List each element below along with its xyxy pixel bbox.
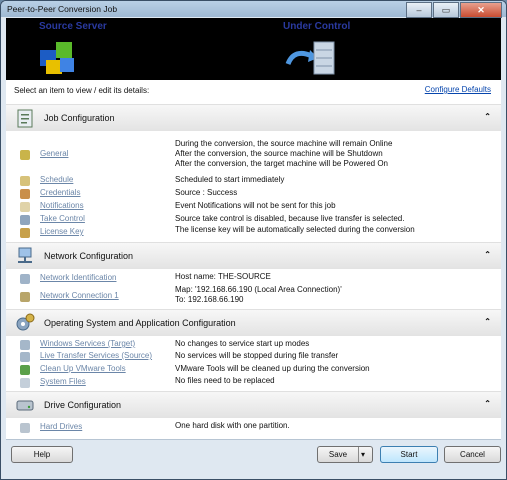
take-control-desc: Source take control is disabled, because… — [175, 214, 405, 223]
notifications-desc: Event Notifications will not be sent for… — [175, 201, 336, 210]
network-connection-link[interactable]: Network Connection 1 — [40, 291, 119, 300]
general-desc-line: During the conversion, the source machin… — [175, 139, 393, 148]
system-files-icon — [20, 378, 30, 388]
section-title: Network Configuration — [44, 251, 134, 261]
take-control-link[interactable]: Take Control — [40, 214, 85, 223]
select-item-prompt: Select an item to view / edit its detail… — [14, 86, 150, 95]
schedule-icon — [20, 176, 30, 186]
license-key-link[interactable]: License Key — [40, 227, 84, 236]
window-title: Peer-to-Peer Conversion Job — [7, 4, 118, 14]
network-identification-icon — [20, 274, 30, 284]
schedule-desc: Scheduled to start immediately — [175, 175, 285, 184]
system-files-link[interactable]: System Files — [40, 377, 86, 386]
under-control-label: Under Control — [283, 21, 351, 32]
save-dropdown-arrow-icon[interactable]: ▾ — [361, 447, 365, 462]
conversion-job-window: Peer-to-Peer Conversion Job ‒ ▭ ✕ Source… — [0, 0, 507, 480]
live-transfer-services-desc: No services will be stopped during file … — [175, 351, 339, 360]
job-details-panel: Select an item to view / edit its detail… — [6, 80, 501, 439]
close-button[interactable]: ✕ — [460, 2, 502, 18]
windows-services-link[interactable]: Windows Services (Target) — [40, 339, 135, 348]
source-server-label: Source Server — [39, 21, 107, 32]
target-server-icon — [285, 41, 335, 75]
notifications-icon — [20, 202, 30, 212]
footer-divider — [6, 439, 501, 440]
general-icon — [20, 150, 30, 160]
windows-services-desc: No changes to service start up modes — [175, 339, 310, 348]
section-title: Drive Configuration — [44, 400, 122, 410]
save-label: Save — [328, 450, 348, 459]
save-split-divider — [358, 447, 359, 462]
credentials-desc: Source : Success — [175, 188, 238, 197]
maximize-button[interactable]: ▭ — [433, 2, 459, 18]
take-control-icon — [20, 215, 30, 225]
collapse-chevron-icon[interactable]: ⌃ — [484, 317, 491, 326]
clean-up-vmware-tools-link[interactable]: Clean Up VMware Tools — [40, 364, 126, 373]
collapse-chevron-icon[interactable]: ⌃ — [484, 399, 491, 408]
vmware-tools-icon — [20, 365, 30, 375]
general-desc-line: After the conversion, the source machine… — [175, 149, 383, 158]
credentials-icon — [20, 189, 30, 199]
save-button[interactable]: Save ▾ — [317, 446, 373, 463]
network-identification-desc: Host name: THE-SOURCE — [175, 272, 271, 281]
network-connection-desc-line: Map: '192.168.66.190 (Local Area Connect… — [175, 285, 342, 294]
title-bar[interactable]: Peer-to-Peer Conversion Job ‒ ▭ ✕ — [1, 1, 506, 18]
hard-drives-link[interactable]: Hard Drives — [40, 422, 82, 431]
network-connection-icon — [20, 292, 30, 302]
section-title: Operating System and Application Configu… — [44, 318, 236, 328]
section-drive-configuration[interactable]: Drive Configuration ⌃ — [6, 391, 501, 418]
hard-drives-desc: One hard disk with one partition. — [175, 421, 290, 430]
network-identification-link[interactable]: Network Identification — [40, 273, 116, 282]
collapse-chevron-icon[interactable]: ⌃ — [484, 250, 491, 259]
section-title: Job Configuration — [44, 113, 115, 123]
cancel-button[interactable]: Cancel — [444, 446, 501, 463]
hard-drives-icon — [20, 423, 30, 433]
minimize-button[interactable]: ‒ — [406, 2, 432, 18]
network-icon — [18, 247, 32, 263]
start-button[interactable]: Start — [380, 446, 438, 463]
hard-drive-icon — [16, 400, 34, 411]
credentials-link[interactable]: Credentials — [40, 188, 80, 197]
job-clipboard-icon — [17, 109, 33, 128]
section-job-configuration[interactable]: Job Configuration ⌃ — [6, 104, 501, 131]
live-transfer-services-link[interactable]: Live Transfer Services (Source) — [40, 351, 152, 360]
collapse-chevron-icon[interactable]: ⌃ — [484, 112, 491, 121]
windows-services-icon — [20, 340, 30, 350]
notifications-link[interactable]: Notifications — [40, 201, 84, 210]
help-button[interactable]: Help — [11, 446, 73, 463]
gears-icon — [16, 313, 35, 331]
configure-defaults-link[interactable]: Configure Defaults — [425, 85, 491, 94]
license-key-icon — [20, 228, 30, 238]
license-key-desc: The license key will be automatically se… — [175, 225, 415, 234]
system-files-desc: No files need to be replaced — [175, 376, 275, 385]
general-link[interactable]: General — [40, 149, 68, 158]
network-connection-desc-line: To: 192.168.66.190 — [175, 295, 244, 304]
live-transfer-services-icon — [20, 352, 30, 362]
section-network-configuration[interactable]: Network Configuration ⌃ — [6, 242, 501, 269]
clean-up-vmware-tools-desc: VMware Tools will be cleaned up during t… — [175, 364, 370, 373]
section-os-app-configuration[interactable]: Operating System and Application Configu… — [6, 309, 501, 336]
source-server-icon — [40, 42, 74, 74]
general-desc-line: After the conversion, the target machine… — [175, 159, 388, 168]
workflow-banner: Source Server Under Control — [6, 18, 501, 80]
schedule-link[interactable]: Schedule — [40, 175, 73, 184]
